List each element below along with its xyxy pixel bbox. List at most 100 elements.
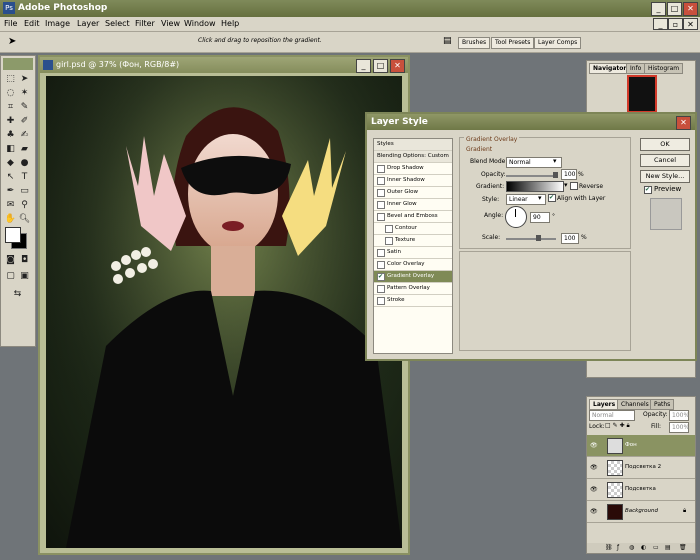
menu-layer[interactable]: Layer [77, 19, 99, 28]
cancel-button[interactable]: Cancel [640, 154, 690, 167]
eraser-tool-icon[interactable]: ◧ [4, 143, 17, 156]
styles-header[interactable]: Styles [374, 139, 452, 151]
brush-tool-icon[interactable]: ✐ [18, 115, 31, 128]
tab-channels[interactable]: Channels [617, 399, 653, 410]
gradient-preview[interactable] [506, 181, 564, 192]
style-item-checkbox[interactable] [377, 261, 385, 269]
opacity-slider-knob[interactable] [553, 172, 558, 178]
style-item[interactable]: Satin [374, 247, 452, 259]
foreground-color-swatch[interactable] [5, 227, 21, 243]
tab-layer-comps[interactable]: Layer Comps [534, 37, 582, 49]
gradient-chevron-icon[interactable]: ▾ [564, 181, 568, 189]
dialog-close-icon[interactable]: ✕ [676, 116, 691, 130]
tab-layers[interactable]: Layers [589, 399, 620, 410]
align-checkbox[interactable]: ✔ [548, 194, 556, 202]
tab-histogram[interactable]: Histogram [644, 63, 684, 74]
doc-window-maximize-icon[interactable]: □ [373, 59, 388, 73]
menu-select[interactable]: Select [105, 19, 130, 28]
minimize-icon[interactable]: _ [651, 2, 666, 16]
style-item[interactable]: Drop Shadow [374, 163, 452, 175]
fill-field[interactable]: 100% [669, 422, 689, 433]
scale-slider-knob[interactable] [536, 235, 541, 241]
style-item-checkbox[interactable] [377, 201, 385, 209]
tab-info[interactable]: Info [626, 63, 646, 74]
style-item-checkbox[interactable] [377, 189, 385, 197]
imageready-icon[interactable]: ⇆ [11, 288, 24, 301]
style-item[interactable]: Inner Shadow [374, 175, 452, 187]
stamp-tool-icon[interactable]: ♣ [4, 129, 17, 142]
move-icon[interactable]: ➤ [18, 73, 31, 86]
maximize-icon[interactable]: □ [667, 2, 682, 16]
menu-filter[interactable]: Filter [135, 19, 155, 28]
notes-tool-icon[interactable]: ✉ [4, 199, 17, 212]
new-style-button[interactable]: New Style... [640, 170, 690, 183]
blend-mode-dropdown[interactable]: Normal [589, 410, 635, 421]
style-item[interactable]: Inner Glow [374, 199, 452, 211]
mask-icon[interactable]: ◍ [629, 544, 634, 551]
style-item-checkbox[interactable]: ✔ [377, 273, 385, 281]
lasso-tool-icon[interactable]: ◌ [4, 87, 17, 100]
hand-tool-icon[interactable]: ✋ [4, 213, 17, 226]
file-browser-icon[interactable]: ▤ [443, 36, 452, 46]
canvas-photo[interactable] [46, 76, 402, 548]
lock-icons[interactable]: □ ✎ ✚ 🔒︎ [605, 422, 630, 430]
menu-file[interactable]: File [4, 19, 17, 28]
navigator-thumbnail[interactable] [627, 75, 657, 113]
style-item-checkbox[interactable] [377, 297, 385, 305]
eye-icon[interactable]: 👁︎ [590, 508, 598, 515]
tab-brushes[interactable]: Brushes [458, 37, 491, 49]
magic-wand-icon[interactable]: ✶ [18, 87, 31, 100]
dodge-tool-icon[interactable]: ● [18, 157, 31, 170]
menu-window[interactable]: Window [184, 19, 216, 28]
gradient-tool-icon[interactable]: ▰ [18, 143, 31, 156]
history-brush-icon[interactable]: ✍ [18, 129, 31, 142]
doc-minimize-icon[interactable]: _ [653, 18, 668, 30]
path-select-icon[interactable]: ↖ [4, 171, 17, 184]
layer-row[interactable]: 👁︎ Подсветка [587, 479, 695, 501]
opacity-slider[interactable] [506, 175, 556, 177]
style-item[interactable]: Outer Glow [374, 187, 452, 199]
style-item[interactable]: Bevel and Emboss [374, 211, 452, 223]
close-icon[interactable]: ✕ [683, 2, 698, 16]
style-item-checkbox[interactable] [385, 237, 393, 245]
tab-paths[interactable]: Paths [650, 399, 675, 410]
style-item-checkbox[interactable] [377, 249, 385, 257]
tab-navigator[interactable]: Navigator [589, 63, 631, 74]
tab-tool-presets[interactable]: Tool Presets [491, 37, 535, 49]
layer-opacity-field[interactable]: 100% [669, 410, 689, 421]
eye-icon[interactable]: 👁︎ [590, 486, 598, 493]
type-tool-icon[interactable]: T [18, 171, 31, 184]
style-item[interactable]: Pattern Overlay [374, 283, 452, 295]
preview-checkbox[interactable]: ✔ [644, 186, 652, 194]
menu-help[interactable]: Help [221, 19, 239, 28]
eyedropper-icon[interactable]: ⚲ [18, 199, 31, 212]
new-group-icon[interactable]: ▭ [653, 544, 659, 551]
layer-row[interactable]: 👁︎ Background 🔒︎ [587, 501, 695, 523]
doc-window-minimize-icon[interactable]: _ [356, 59, 371, 73]
link-icon[interactable]: ⛓ [605, 544, 613, 551]
scale-slider[interactable] [506, 238, 556, 240]
layer-row[interactable]: 👁︎ Фон [587, 435, 695, 457]
style-chevron-icon[interactable]: ▾ [538, 194, 542, 202]
style-item[interactable]: Blending Options: Custom [374, 151, 452, 163]
ok-button[interactable]: OK [640, 138, 690, 151]
adjustment-icon[interactable]: ◐ [641, 544, 646, 551]
document-titlebar[interactable]: girl.psd @ 37% (Фон, RGB/8#) _ □ ✕ [40, 57, 408, 73]
crop-tool-icon[interactable]: ⌗ [4, 101, 17, 114]
angle-field[interactable]: 90 [530, 212, 550, 223]
style-item-checkbox[interactable] [377, 285, 385, 293]
layer-style-icon[interactable]: ƒ [617, 544, 619, 551]
scale-field[interactable]: 100 [561, 233, 579, 244]
style-item[interactable]: ✔ Gradient Overlay [374, 271, 452, 283]
doc-close-icon[interactable]: ✕ [683, 18, 698, 30]
eye-icon[interactable]: 👁︎ [590, 464, 598, 471]
move-tool-icon[interactable]: ➤ [8, 36, 16, 47]
chevron-down-icon[interactable]: ▾ [553, 157, 557, 165]
doc-restore-icon[interactable]: ▫ [668, 18, 683, 30]
shape-tool-icon[interactable]: ▭ [18, 185, 31, 198]
style-item[interactable]: Texture [374, 235, 452, 247]
quickmask-icon[interactable]: ◙ [4, 254, 17, 267]
fullscreen-mode-icon[interactable]: ▣ [18, 270, 31, 283]
new-layer-icon[interactable]: ▤ [665, 544, 671, 551]
style-item[interactable]: Contour [374, 223, 452, 235]
